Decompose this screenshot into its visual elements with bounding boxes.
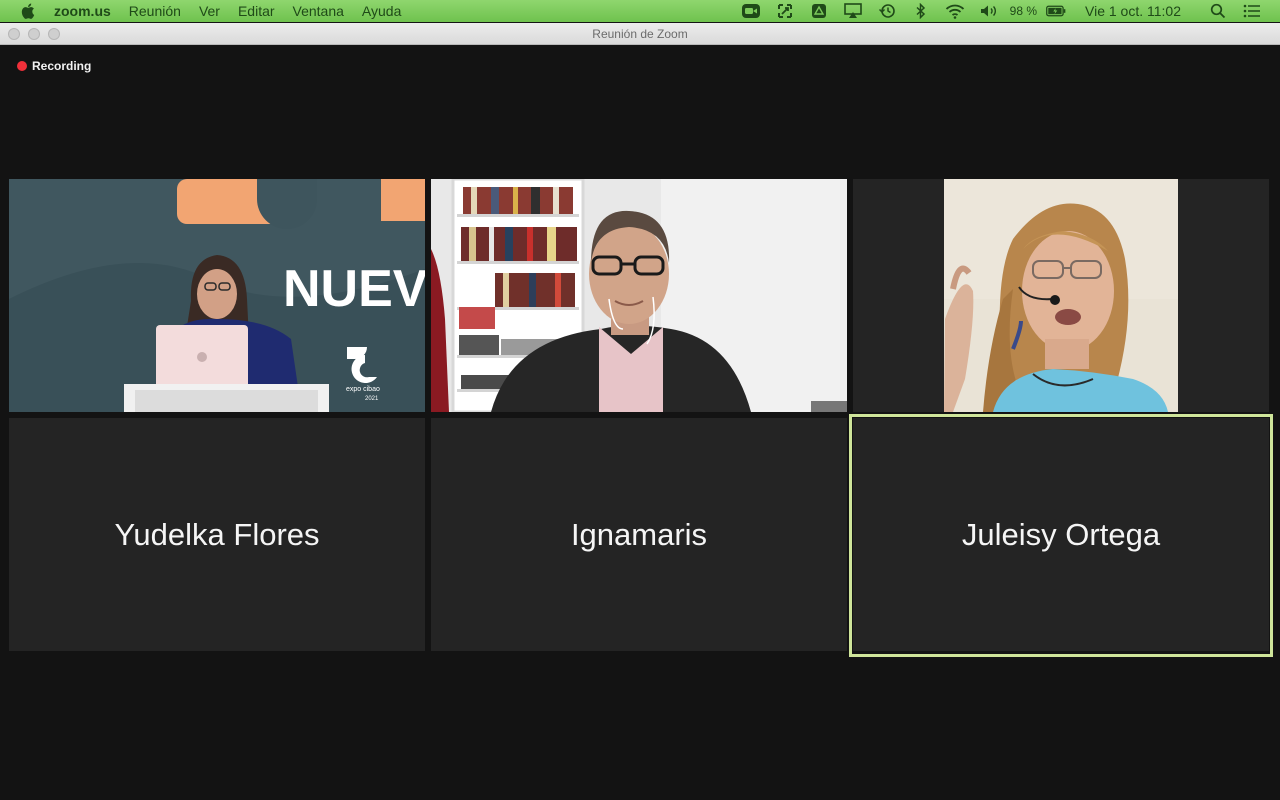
spotlight-search-icon[interactable] <box>1208 3 1228 19</box>
menu-app-zoom[interactable]: zoom.us <box>54 3 111 19</box>
wifi-icon[interactable] <box>945 3 965 19</box>
screenshot-tool-icon[interactable] <box>775 3 795 19</box>
battery-percentage[interactable]: 98 % <box>1010 4 1037 18</box>
zoom-camera-icon[interactable] <box>741 3 761 19</box>
menu-ayuda[interactable]: Ayuda <box>362 3 401 19</box>
recording-dot-icon <box>17 61 27 71</box>
logo-text: expo cibao <box>346 386 380 393</box>
recording-label: Recording <box>32 59 92 73</box>
video-tile-woman-headset[interactable] <box>853 179 1269 412</box>
window-title: Reunión de Zoom <box>592 27 688 41</box>
menu-editar[interactable]: Editar <box>238 3 275 19</box>
participant-name: Juleisy Ortega <box>961 516 1161 552</box>
menu-bar: zoom.us Reunión Ver Editar Ventana Ayuda <box>0 0 1280 22</box>
airplay-icon[interactable] <box>843 3 863 19</box>
participant-name: Ignamaris <box>570 516 708 552</box>
notification-center-icon[interactable] <box>1242 3 1262 19</box>
participant-name: Yudelka Flores <box>114 516 320 552</box>
battery-icon[interactable] <box>1046 3 1066 19</box>
window-title-bar: Reunión de Zoom <box>0 23 1280 45</box>
bluetooth-icon[interactable] <box>911 3 931 19</box>
menu-reunion[interactable]: Reunión <box>129 3 181 19</box>
video-tile-presenter[interactable]: NUEV expo cibao 2021 <box>9 179 425 412</box>
recording-indicator[interactable]: Recording <box>17 59 91 73</box>
participant-tile-ignamaris[interactable]: Ignamaris <box>431 418 847 651</box>
video-feed-presenter: NUEV expo cibao 2021 <box>9 179 425 412</box>
logo-year: 2021 <box>365 396 379 402</box>
participant-tile-yudelka-flores[interactable]: Yudelka Flores <box>9 418 425 651</box>
participant-tile-juleisy-ortega[interactable]: Juleisy Ortega <box>853 418 1269 651</box>
video-feed-man <box>431 179 847 412</box>
video-feed-woman <box>853 179 1269 412</box>
drive-icon[interactable] <box>809 3 829 19</box>
volume-icon[interactable] <box>979 3 999 19</box>
apple-menu-icon[interactable] <box>20 3 36 19</box>
menu-ver[interactable]: Ver <box>199 3 220 19</box>
menubar-clock[interactable]: Vie 1 oct. 11:02 <box>1085 3 1181 19</box>
stage-backdrop-text: NUEV <box>283 260 425 318</box>
video-tile-man-bookshelf[interactable] <box>431 179 847 412</box>
time-machine-icon[interactable] <box>877 3 897 19</box>
menu-ventana[interactable]: Ventana <box>293 3 344 19</box>
meeting-gallery-view: Recording NUEV expo cibao 2021 Yudelka F… <box>0 45 1280 800</box>
